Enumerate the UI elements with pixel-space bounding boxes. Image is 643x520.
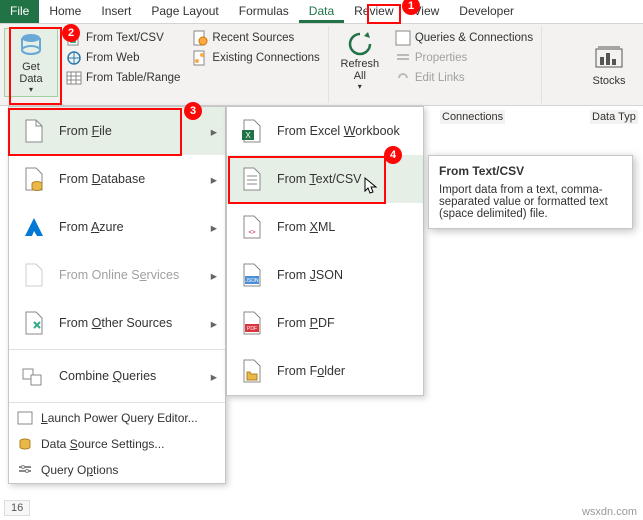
get-data-menu: From File ▸ From Database ▸ From Azure ▸…: [8, 106, 226, 484]
svg-text:X: X: [245, 131, 251, 140]
from-database-item[interactable]: From Database ▸: [9, 155, 225, 203]
text-csv-icon: [239, 166, 265, 192]
tab-file[interactable]: File: [0, 0, 39, 23]
online-icon: [21, 262, 47, 288]
data-source-settings-item[interactable]: Data Source Settings...: [9, 431, 225, 457]
table-icon: [66, 70, 82, 86]
chevron-right-icon: ▸: [211, 220, 217, 235]
properties-cmd: Properties: [391, 48, 537, 68]
ribbon: Get Data ▾ From Text/CSV From Web From T…: [0, 24, 643, 106]
other-icon: [21, 310, 47, 336]
get-data-label: Get Data: [19, 61, 42, 85]
row-number: 16: [4, 500, 30, 516]
callout-3: 3: [184, 102, 202, 120]
svg-text:PDF: PDF: [247, 326, 257, 332]
tab-home[interactable]: Home: [39, 0, 91, 23]
tab-developer[interactable]: Developer: [449, 0, 524, 23]
json-icon: JSON: [239, 262, 265, 288]
chevron-right-icon: ▸: [211, 316, 217, 331]
tab-review[interactable]: Review: [344, 0, 403, 23]
folder-icon: [239, 358, 265, 384]
tab-formulas[interactable]: Formulas: [229, 0, 299, 23]
get-data-button[interactable]: Get Data ▾: [4, 28, 58, 97]
properties-icon: [395, 50, 411, 66]
excel-icon: X: [239, 118, 265, 144]
from-pdf-item[interactable]: PDF From PDF: [227, 299, 423, 347]
azure-icon: [21, 214, 47, 240]
chevron-right-icon: ▸: [211, 369, 217, 384]
edit-links-cmd: Edit Links: [391, 68, 537, 88]
recent-sources-cmd[interactable]: Recent Sources: [188, 28, 323, 48]
from-azure-item[interactable]: From Azure ▸: [9, 203, 225, 251]
settings-icon: [17, 436, 33, 452]
queries-icon: [395, 30, 411, 46]
tooltip-title: From Text/CSV: [439, 164, 622, 178]
watermark: wsxdn.com: [582, 506, 637, 518]
tab-data[interactable]: Data: [299, 0, 344, 23]
launch-pq-item[interactable]: Launch Power Query Editor...: [9, 405, 225, 431]
connections-icon: [192, 50, 208, 66]
from-text-csv-cmd[interactable]: From Text/CSV: [62, 28, 184, 48]
callout-2: 2: [62, 24, 80, 42]
query-options-item[interactable]: Query Options: [9, 457, 225, 483]
queries-cmd[interactable]: Queries & Connections: [391, 28, 537, 48]
from-xml-item[interactable]: <> From XML: [227, 203, 423, 251]
chevron-down-icon: ▾: [358, 82, 362, 91]
recent-icon: [192, 30, 208, 46]
edit-links-icon: [395, 70, 411, 86]
from-web-cmd[interactable]: From Web: [62, 48, 184, 68]
existing-conn-cmd[interactable]: Existing Connections: [188, 48, 323, 68]
launch-icon: [17, 410, 33, 426]
svg-text:<>: <>: [248, 230, 256, 236]
group-connections-label: Connections: [440, 110, 505, 124]
tab-pagelayout[interactable]: Page Layout: [141, 0, 228, 23]
chevron-right-icon: ▸: [211, 124, 217, 139]
from-json-item[interactable]: JSON From JSON: [227, 251, 423, 299]
chevron-right-icon: ▸: [211, 172, 217, 187]
pdf-icon: PDF: [239, 310, 265, 336]
mouse-cursor-icon: [364, 177, 380, 198]
refresh-all-button[interactable]: Refresh All ▾: [333, 28, 387, 101]
xml-icon: <>: [239, 214, 265, 240]
chevron-down-icon: ▾: [29, 85, 33, 94]
from-table-cmd[interactable]: From Table/Range: [62, 68, 184, 88]
options-icon: [17, 462, 33, 478]
globe-icon: [66, 50, 82, 66]
from-online-item: From Online Services ▸: [9, 251, 225, 299]
stocks-icon: [594, 43, 624, 73]
tooltip-body: Import data from a text, comma-separated…: [439, 184, 622, 220]
database-icon: [17, 31, 45, 59]
stocks-button[interactable]: Stocks: [579, 41, 639, 89]
callout-4: 4: [384, 146, 402, 164]
database-icon: [21, 166, 47, 192]
combine-queries-item[interactable]: Combine Queries ▸: [9, 352, 225, 400]
tab-insert[interactable]: Insert: [91, 0, 141, 23]
combine-icon: [21, 363, 47, 389]
refresh-icon: [346, 30, 374, 58]
from-folder-item[interactable]: From Folder: [227, 347, 423, 395]
group-datatypes-label: Data Typ: [590, 110, 638, 124]
file-icon: [21, 118, 47, 144]
chevron-right-icon: ▸: [211, 268, 217, 283]
svg-text:JSON: JSON: [245, 278, 259, 284]
tooltip: From Text/CSV Import data from a text, c…: [428, 155, 633, 229]
from-other-item[interactable]: From Other Sources ▸: [9, 299, 225, 347]
